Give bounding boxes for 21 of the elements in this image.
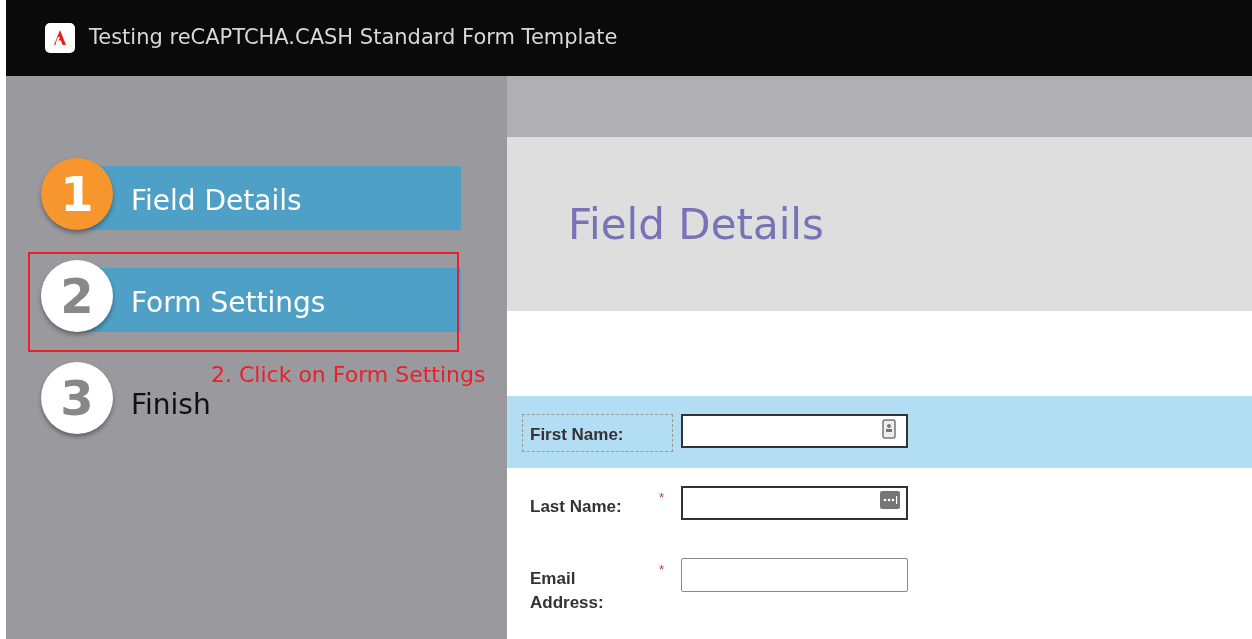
form-row[interactable]: Last Name: * xyxy=(507,468,1252,540)
text-input[interactable] xyxy=(681,414,908,448)
step-label[interactable]: Finish xyxy=(131,384,211,426)
field-label: First Name: xyxy=(530,424,625,446)
app-logo-icon xyxy=(45,23,75,53)
field-label: Last Name: xyxy=(530,496,623,518)
window-title: Testing reCAPTCHA.CASH Standard Form Template xyxy=(89,24,618,52)
contact-card-icon xyxy=(882,419,896,439)
required-mark: * xyxy=(659,561,666,579)
step-number-badge: 1 xyxy=(41,158,113,230)
text-input[interactable] xyxy=(681,486,908,520)
dots-key-icon xyxy=(880,491,900,509)
form-row[interactable]: Email Address: * xyxy=(507,540,1252,612)
field-label: Email Address: xyxy=(530,568,605,614)
page-heading: Field Details xyxy=(568,198,824,251)
form-row[interactable]: First Name: xyxy=(507,396,1252,468)
annotation-text: 2. Click on Form Settings xyxy=(211,361,486,389)
text-input[interactable] xyxy=(681,558,908,592)
required-mark: * xyxy=(659,489,666,507)
step-number-badge: 2 xyxy=(41,260,113,332)
step-number-badge: 3 xyxy=(41,362,113,434)
